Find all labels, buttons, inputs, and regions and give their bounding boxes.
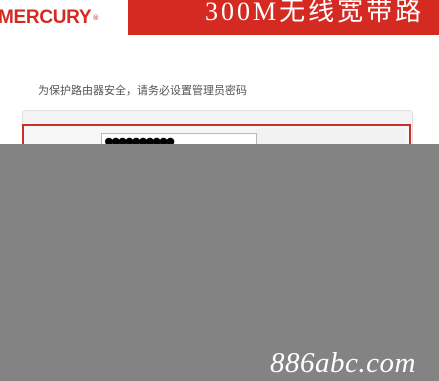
top-banner: MERCURY ® 300M无线宽带路 xyxy=(0,0,439,35)
password-prompt-text: 为保护路由器安全，请务必设置管理员密码 xyxy=(38,84,247,97)
mercury-logo: MERCURY ® xyxy=(0,0,128,35)
password-row-side-area xyxy=(256,128,406,144)
gray-overlay xyxy=(0,144,439,381)
product-title: 300M无线宽带路 xyxy=(205,0,425,26)
site-watermark: 886abc.com xyxy=(270,347,416,379)
logo-registered-mark: ® xyxy=(92,13,100,22)
logo-text: MERCURY xyxy=(0,6,92,28)
